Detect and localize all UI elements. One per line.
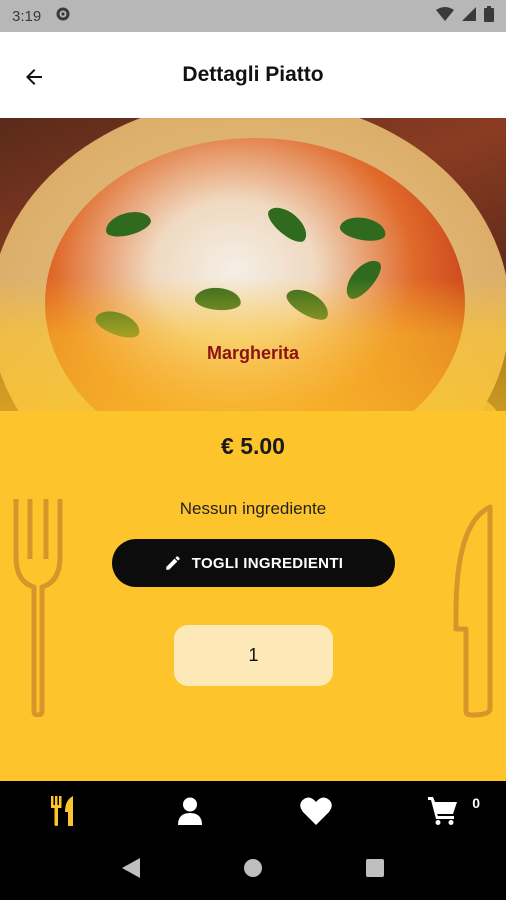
dish-details: € 5.00 Nessun ingrediente TOGLI INGREDIE… (0, 411, 506, 781)
fork-icon (13, 499, 63, 717)
menu-icon (51, 796, 74, 826)
signal-icon (462, 7, 476, 25)
quantity-field[interactable]: 1 (174, 625, 333, 686)
remove-ingredients-button[interactable]: TOGLI INGREDIENTI (112, 539, 395, 587)
system-home-button[interactable] (243, 858, 263, 883)
pencil-icon (166, 556, 180, 570)
ingredients-text: Nessun ingrediente (179, 499, 327, 518)
status-time: 3:19 (12, 7, 42, 25)
system-recents-button[interactable] (366, 859, 385, 882)
dish-name: Margherita (206, 343, 300, 363)
profile-icon (177, 797, 202, 825)
quantity-value: 1 (248, 645, 259, 665)
nav-favorites[interactable] (253, 781, 380, 841)
cart-icon (427, 797, 457, 825)
circle-home-icon (243, 859, 262, 877)
nav-menu[interactable] (0, 781, 127, 841)
system-navigation (0, 841, 506, 900)
favorites-icon (300, 797, 333, 825)
arrow-back-icon (26, 69, 42, 85)
back-button[interactable] (16, 59, 52, 95)
page-title: Dettagli Piatto (182, 63, 324, 86)
square-recents-icon (366, 859, 385, 877)
nav-profile[interactable] (127, 781, 254, 841)
status-bar: 3:19 (0, 0, 506, 32)
nav-cart[interactable]: 0 (380, 781, 506, 841)
settings-icon (55, 6, 71, 26)
wifi-icon (436, 7, 454, 25)
knife-icon (453, 504, 493, 718)
system-back-button[interactable] (121, 858, 140, 883)
dish-price: € 5.00 (221, 433, 285, 459)
remove-ingredients-label: TOGLI INGREDIENTI (191, 554, 344, 572)
triangle-back-icon (121, 858, 140, 878)
cart-count-badge: 0 (472, 795, 480, 811)
bottom-navigation: 0 (0, 781, 506, 841)
dish-image (0, 118, 506, 411)
battery-icon (484, 6, 494, 26)
app-bar: Dettagli Piatto (0, 32, 506, 118)
